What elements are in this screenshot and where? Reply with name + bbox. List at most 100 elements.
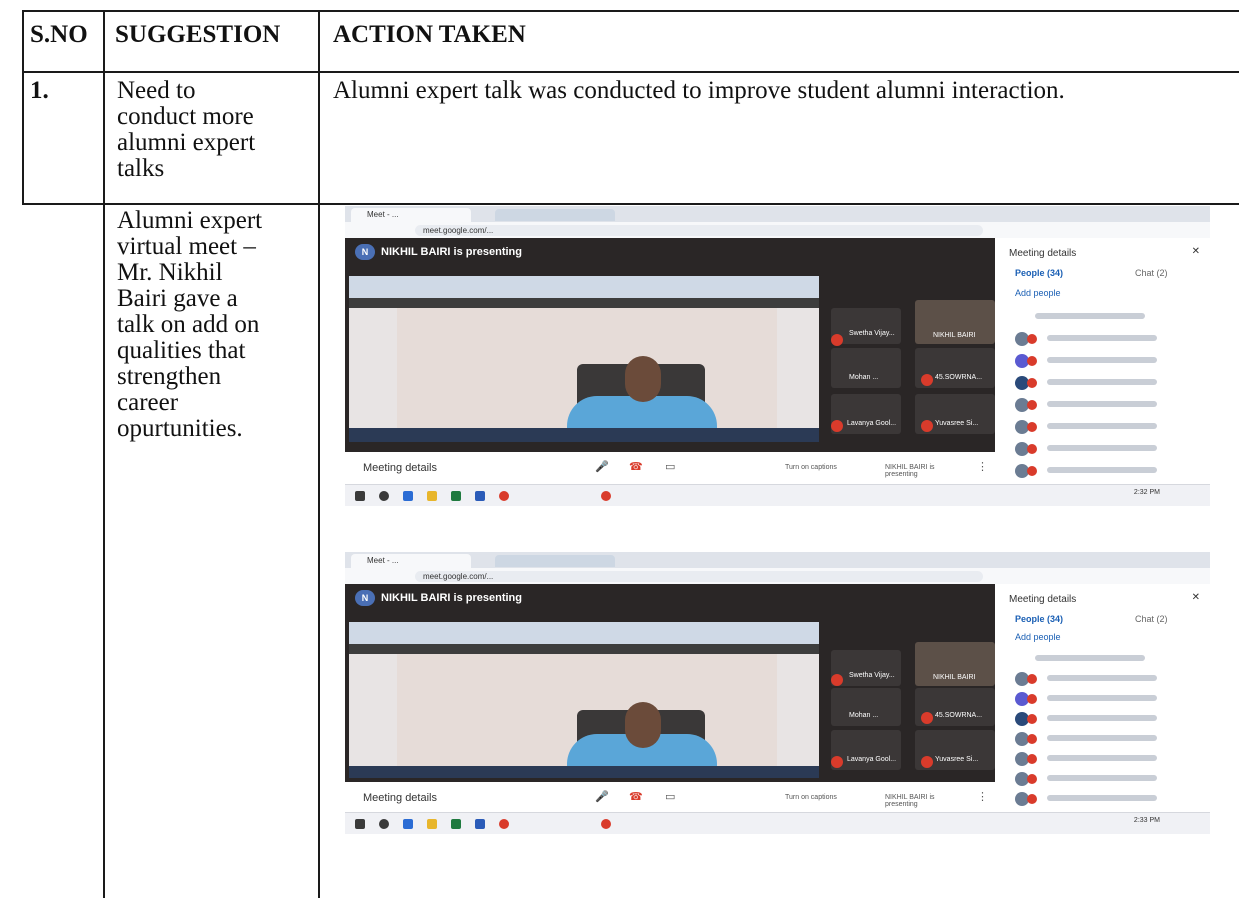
person-name-placeholder: [1047, 715, 1157, 721]
person-name-placeholder: [1047, 695, 1157, 701]
captions-button[interactable]: Turn on captions: [785, 794, 837, 801]
people-list-item: [1015, 398, 1165, 412]
search-icon[interactable]: [379, 819, 389, 829]
participant-name: Swetha Vijay...: [849, 672, 895, 679]
row2-suggestion-line: Alumni expert: [117, 207, 263, 234]
excel-icon[interactable]: [451, 819, 461, 829]
people-list-item: [1015, 692, 1165, 706]
word-icon[interactable]: [475, 819, 485, 829]
add-people-button[interactable]: Add people: [1015, 632, 1061, 642]
people-list-item: [1015, 712, 1165, 726]
person-name-placeholder: [1047, 775, 1157, 781]
presenting-button[interactable]: NIKHIL BAIRI is presenting: [885, 794, 965, 808]
add-people-button[interactable]: Add people: [1015, 288, 1061, 298]
person-name-placeholder: [1047, 379, 1157, 385]
more-options-icon[interactable]: ⋮: [977, 790, 988, 803]
people-list-item: [1015, 420, 1165, 434]
word-icon[interactable]: [475, 491, 485, 501]
tab-people[interactable]: People (34): [1015, 268, 1063, 278]
participant-name: NIKHIL BAIRI: [933, 332, 976, 339]
participant-name: NIKHIL BAIRI: [933, 674, 976, 681]
mic-icon[interactable]: 🎤: [595, 460, 609, 473]
person-name-placeholder: [1047, 335, 1157, 341]
people-list-item: [1015, 442, 1165, 456]
browser-tab-secondary: [495, 555, 615, 567]
person-name-placeholder: [1035, 655, 1145, 661]
person-name-placeholder: [1047, 755, 1157, 761]
participant-name: 45.SOWRNA...: [935, 374, 983, 381]
muted-icon: [831, 334, 843, 346]
muted-icon: [1027, 734, 1037, 744]
row1-bottom-border: [22, 203, 1239, 205]
start-icon[interactable]: [355, 491, 365, 501]
muted-icon: [1027, 714, 1037, 724]
hang-up-icon[interactable]: ☎: [629, 790, 643, 803]
chrome-icon[interactable]: [499, 491, 509, 501]
windows-taskbar: 2:33 PM: [345, 812, 1210, 834]
windows-taskbar: 2:32 PM: [345, 484, 1210, 506]
row1-suggestion: Need to conduct more alumni expert talks: [117, 78, 255, 182]
row2-suggestion: Alumni expert virtual meet – Mr. Nikhil …: [117, 208, 262, 442]
close-icon[interactable]: ✕: [1192, 246, 1200, 257]
row1-action: Alumni expert talk was conducted to impr…: [333, 77, 1065, 104]
left-border: [22, 10, 24, 204]
muted-icon: [921, 712, 933, 724]
browser-tab: Meet - ...: [351, 554, 471, 568]
folder-icon[interactable]: [427, 491, 437, 501]
table-top-border: [22, 10, 1239, 12]
participant-tile: Mohan ...: [831, 348, 901, 388]
muted-icon: [1027, 754, 1037, 764]
people-list-item: [1015, 332, 1165, 346]
url-field: meet.google.com/...: [415, 225, 983, 236]
presenting-button[interactable]: NIKHIL BAIRI is presenting: [885, 464, 965, 478]
tab-people[interactable]: People (34): [1015, 614, 1063, 624]
shared-screen-taskbar: [349, 428, 819, 442]
tab-chat[interactable]: Chat (2): [1135, 268, 1168, 278]
captions-button[interactable]: Turn on captions: [785, 464, 837, 471]
search-icon[interactable]: [379, 491, 389, 501]
row2-suggestion-line: opurtunities.: [117, 415, 243, 442]
chrome-icon[interactable]: [499, 819, 509, 829]
taskbar-clock: 2:33 PM: [1133, 817, 1160, 824]
muted-icon: [921, 756, 933, 768]
participant-name: Lavanya Gool...: [847, 756, 897, 763]
meeting-details-button[interactable]: Meeting details: [363, 792, 437, 804]
start-icon[interactable]: [355, 819, 365, 829]
folder-icon[interactable]: [427, 819, 437, 829]
people-list-item: [1015, 652, 1165, 666]
presenting-text: NIKHIL BAIRI is presenting: [381, 592, 522, 604]
muted-icon: [1027, 694, 1037, 704]
taskbar-app-icon[interactable]: [403, 819, 413, 829]
participant-name: Yuvasree Si...: [935, 756, 979, 763]
shared-screen-presenting-bar: [349, 644, 819, 654]
more-options-icon[interactable]: ⋮: [977, 460, 988, 473]
col1-divider: [103, 10, 105, 898]
mic-icon[interactable]: 🎤: [595, 790, 609, 803]
participant-tile: NIKHIL BAIRI: [915, 642, 995, 686]
participant-name: Yuvasree Si...: [935, 420, 979, 427]
muted-icon: [1027, 378, 1037, 388]
camera-icon[interactable]: ▭: [665, 790, 675, 803]
presenter-avatar: N: [355, 244, 375, 260]
presenting-text: NIKHIL BAIRI is presenting: [381, 246, 522, 258]
tab-chat[interactable]: Chat (2): [1135, 614, 1168, 624]
hang-up-icon[interactable]: ☎: [629, 460, 643, 473]
sidebar-title: Meeting details: [1009, 594, 1077, 605]
chrome-icon[interactable]: [601, 491, 611, 501]
meet-controls: Meeting details 🎤 ☎ ▭ Turn on captions N…: [345, 452, 995, 484]
taskbar-app-icon[interactable]: [403, 491, 413, 501]
camera-icon[interactable]: ▭: [665, 460, 675, 473]
browser-urlbar: meet.google.com/...: [345, 568, 1210, 584]
meeting-details-button[interactable]: Meeting details: [363, 462, 437, 474]
row2-suggestion-line: strengthen: [117, 363, 222, 390]
close-icon[interactable]: ✕: [1192, 592, 1200, 603]
row2-suggestion-line: qualities that: [117, 337, 246, 364]
browser-tabbar: Meet - ...: [345, 552, 1210, 568]
people-list-item: [1015, 354, 1165, 368]
chrome-icon[interactable]: [601, 819, 611, 829]
person-name-placeholder: [1047, 675, 1157, 681]
shared-screen: [349, 276, 819, 442]
speaker-head: [625, 702, 661, 748]
excel-icon[interactable]: [451, 491, 461, 501]
row2-suggestion-line: virtual meet –: [117, 233, 256, 260]
